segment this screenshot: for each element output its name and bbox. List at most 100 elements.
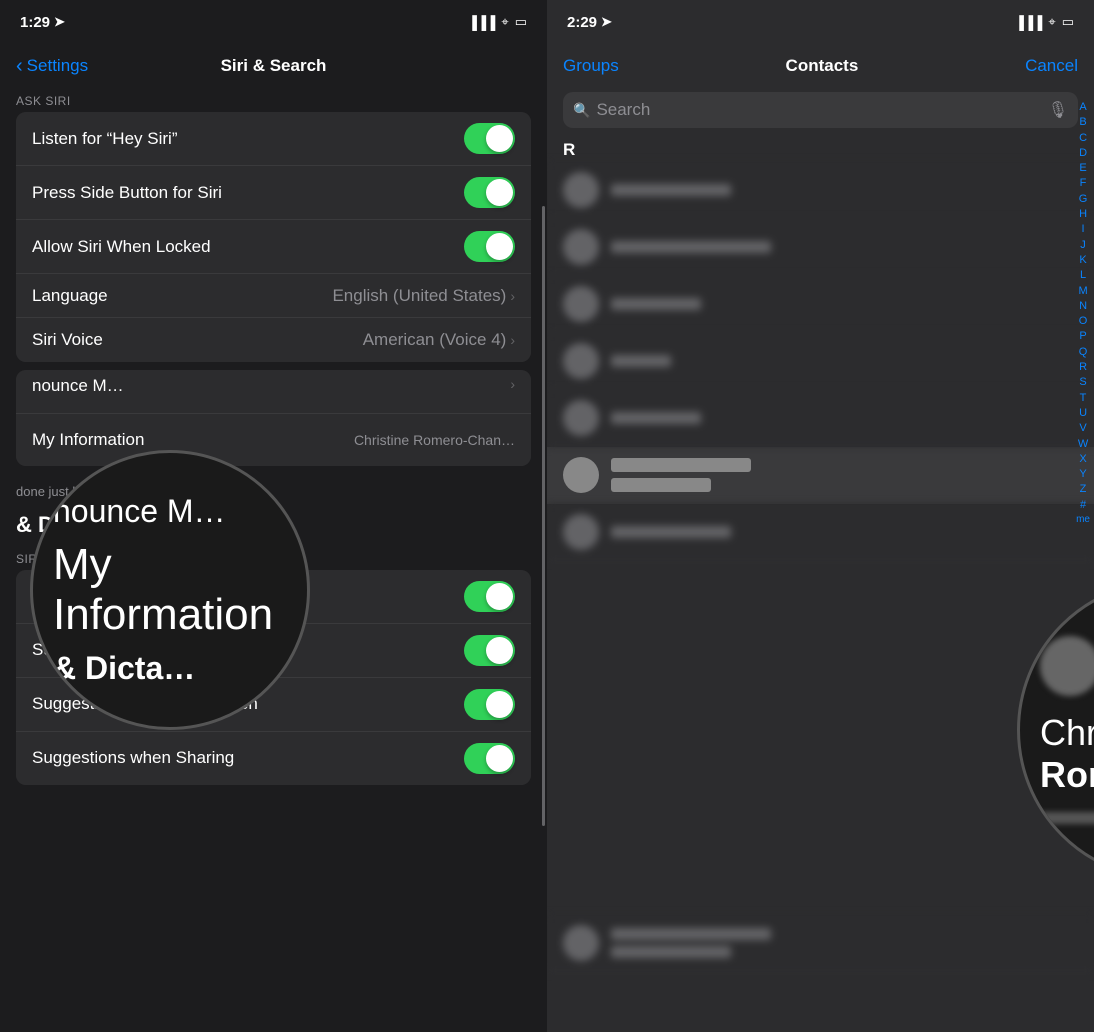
contact-name-bar — [611, 241, 771, 253]
alpha-k[interactable]: K — [1079, 253, 1086, 267]
alpha-e[interactable]: E — [1079, 161, 1086, 175]
cancel-button[interactable]: Cancel — [1025, 56, 1078, 76]
alpha-c[interactable]: C — [1079, 131, 1087, 145]
back-button[interactable]: ‹ Settings — [16, 55, 88, 78]
search-bar[interactable]: 🔍 Search 🎙 — [563, 92, 1078, 128]
my-info-row[interactable]: My Information Christine Romero-Chan… — [16, 414, 531, 466]
alpha-z[interactable]: Z — [1080, 482, 1087, 496]
ask-siri-group: Listen for “Hey Siri” Press Side Button … — [16, 112, 531, 362]
location-arrow-icon: ➤ — [601, 14, 612, 30]
signal-icon: ▐▐▐ — [1015, 15, 1043, 30]
alpha-hash[interactable]: # — [1080, 498, 1086, 512]
suggestions-home-toggle[interactable] — [464, 689, 515, 720]
alpha-a[interactable]: A — [1079, 100, 1086, 114]
siri-voice-row[interactable]: Siri Voice American (Voice 4) › — [16, 318, 531, 362]
alpha-q[interactable]: Q — [1079, 345, 1088, 359]
alpha-s[interactable]: S — [1079, 375, 1086, 389]
contact-row[interactable] — [547, 504, 1094, 561]
alpha-d[interactable]: D — [1079, 146, 1087, 160]
contact-avatar — [563, 229, 599, 265]
alpha-n[interactable]: N — [1079, 299, 1087, 313]
alpha-v[interactable]: V — [1079, 421, 1086, 435]
language-value: English (United States) › — [332, 286, 515, 306]
suggestions-sharing-label: Suggestions when Sharing — [32, 748, 234, 768]
battery-icon: ▭ — [1062, 14, 1074, 30]
more-settings-group: nounce M… › My Information Christine Rom… — [16, 370, 531, 466]
contact-row[interactable] — [547, 276, 1094, 333]
nav-title: Siri & Search — [221, 56, 327, 76]
alpha-j[interactable]: J — [1080, 238, 1086, 252]
alpha-r[interactable]: R — [1079, 360, 1087, 374]
chevron-right-icon: › — [510, 376, 515, 392]
alpha-m[interactable]: M — [1078, 284, 1087, 298]
alpha-x[interactable]: X — [1079, 452, 1086, 466]
side-button-label: Press Side Button for Siri — [32, 183, 222, 203]
alpha-i[interactable]: I — [1082, 222, 1085, 236]
contact-name-bar — [611, 928, 771, 940]
contacts-nav: Groups Contacts Cancel — [547, 44, 1094, 88]
language-row[interactable]: Language English (United States) › — [16, 274, 531, 318]
language-label: Language — [32, 286, 108, 306]
scroll-indicator — [542, 206, 545, 825]
mic-icon: 🎙 — [1048, 100, 1068, 120]
me-label: me — [1076, 513, 1090, 526]
suggestions-lock-toggle[interactable] — [464, 635, 515, 666]
toggle-knob — [486, 179, 513, 206]
alpha-w[interactable]: W — [1078, 437, 1088, 451]
right-time: 2:29 ➤ — [567, 14, 612, 31]
chevron-left-icon: ‹ — [16, 55, 23, 78]
chevron-right-icon: › — [510, 288, 515, 304]
magnify-avatar — [1040, 636, 1094, 696]
alpha-f[interactable]: F — [1080, 176, 1087, 190]
siri-voice-label: Siri Voice — [32, 330, 103, 350]
alpha-g[interactable]: G — [1079, 192, 1088, 206]
contact-avatar — [563, 400, 599, 436]
search-placeholder: Search — [596, 100, 1041, 120]
contact-row[interactable] — [547, 390, 1094, 447]
alpha-y[interactable]: Y — [1079, 467, 1086, 481]
alpha-o[interactable]: O — [1079, 314, 1088, 328]
contact-avatar — [563, 343, 599, 379]
ask-siri-header: ASK SIRI — [0, 88, 547, 112]
magnify-circle-right: Christine Romero- — [1017, 580, 1094, 880]
groups-button[interactable]: Groups — [563, 56, 619, 76]
alpha-p[interactable]: P — [1079, 329, 1086, 343]
contact-name-bar — [611, 184, 731, 196]
toggle-knob — [486, 233, 513, 260]
alpha-u[interactable]: U — [1079, 406, 1087, 420]
magnify-contact-name: Christine Romero- — [1040, 712, 1094, 796]
announce-row[interactable]: nounce M… › — [16, 370, 531, 414]
contact-avatar — [563, 457, 599, 493]
suggestions-sharing-toggle[interactable] — [464, 743, 515, 774]
contact-row[interactable] — [547, 219, 1094, 276]
contacts-title: Contacts — [786, 56, 859, 76]
contact-avatar — [563, 172, 599, 208]
suggestions-sharing-row[interactable]: Suggestions when Sharing — [16, 732, 531, 785]
my-info-value: Christine Romero-Chan… — [354, 432, 515, 448]
side-button-row[interactable]: Press Side Button for Siri — [16, 166, 531, 220]
hey-siri-row[interactable]: Listen for “Hey Siri” — [16, 112, 531, 166]
toggle-knob — [486, 125, 513, 152]
chevron-right-icon: › — [510, 332, 515, 348]
contact-name-bar — [611, 298, 701, 310]
highlighted-contact-row[interactable] — [547, 447, 1094, 504]
alpha-t[interactable]: T — [1080, 391, 1087, 405]
contact-row[interactable] — [547, 915, 1094, 972]
alpha-b[interactable]: B — [1079, 115, 1086, 129]
section-letter-r: R — [547, 136, 1094, 162]
alpha-h[interactable]: H — [1079, 207, 1087, 221]
alpha-l[interactable]: L — [1080, 268, 1086, 282]
announce-label: nounce M… — [32, 376, 124, 396]
siri-voice-value: American (Voice 4) › — [363, 330, 515, 350]
contact-row[interactable] — [547, 333, 1094, 390]
siri-locked-toggle[interactable] — [464, 231, 515, 262]
wifi-icon: ⌖ — [501, 14, 508, 30]
siri-locked-row[interactable]: Allow Siri When Locked — [16, 220, 531, 274]
suggestions-searching-toggle[interactable] — [464, 581, 515, 612]
contact-name-bar — [611, 458, 751, 472]
contact-row[interactable] — [547, 162, 1094, 219]
alphabet-index[interactable]: A B C D E F G H I J K L M N O P Q R S T … — [1076, 100, 1090, 526]
signal-icon: ▐▐▐ — [468, 15, 496, 30]
side-button-toggle[interactable] — [464, 177, 515, 208]
hey-siri-toggle[interactable] — [464, 123, 515, 154]
